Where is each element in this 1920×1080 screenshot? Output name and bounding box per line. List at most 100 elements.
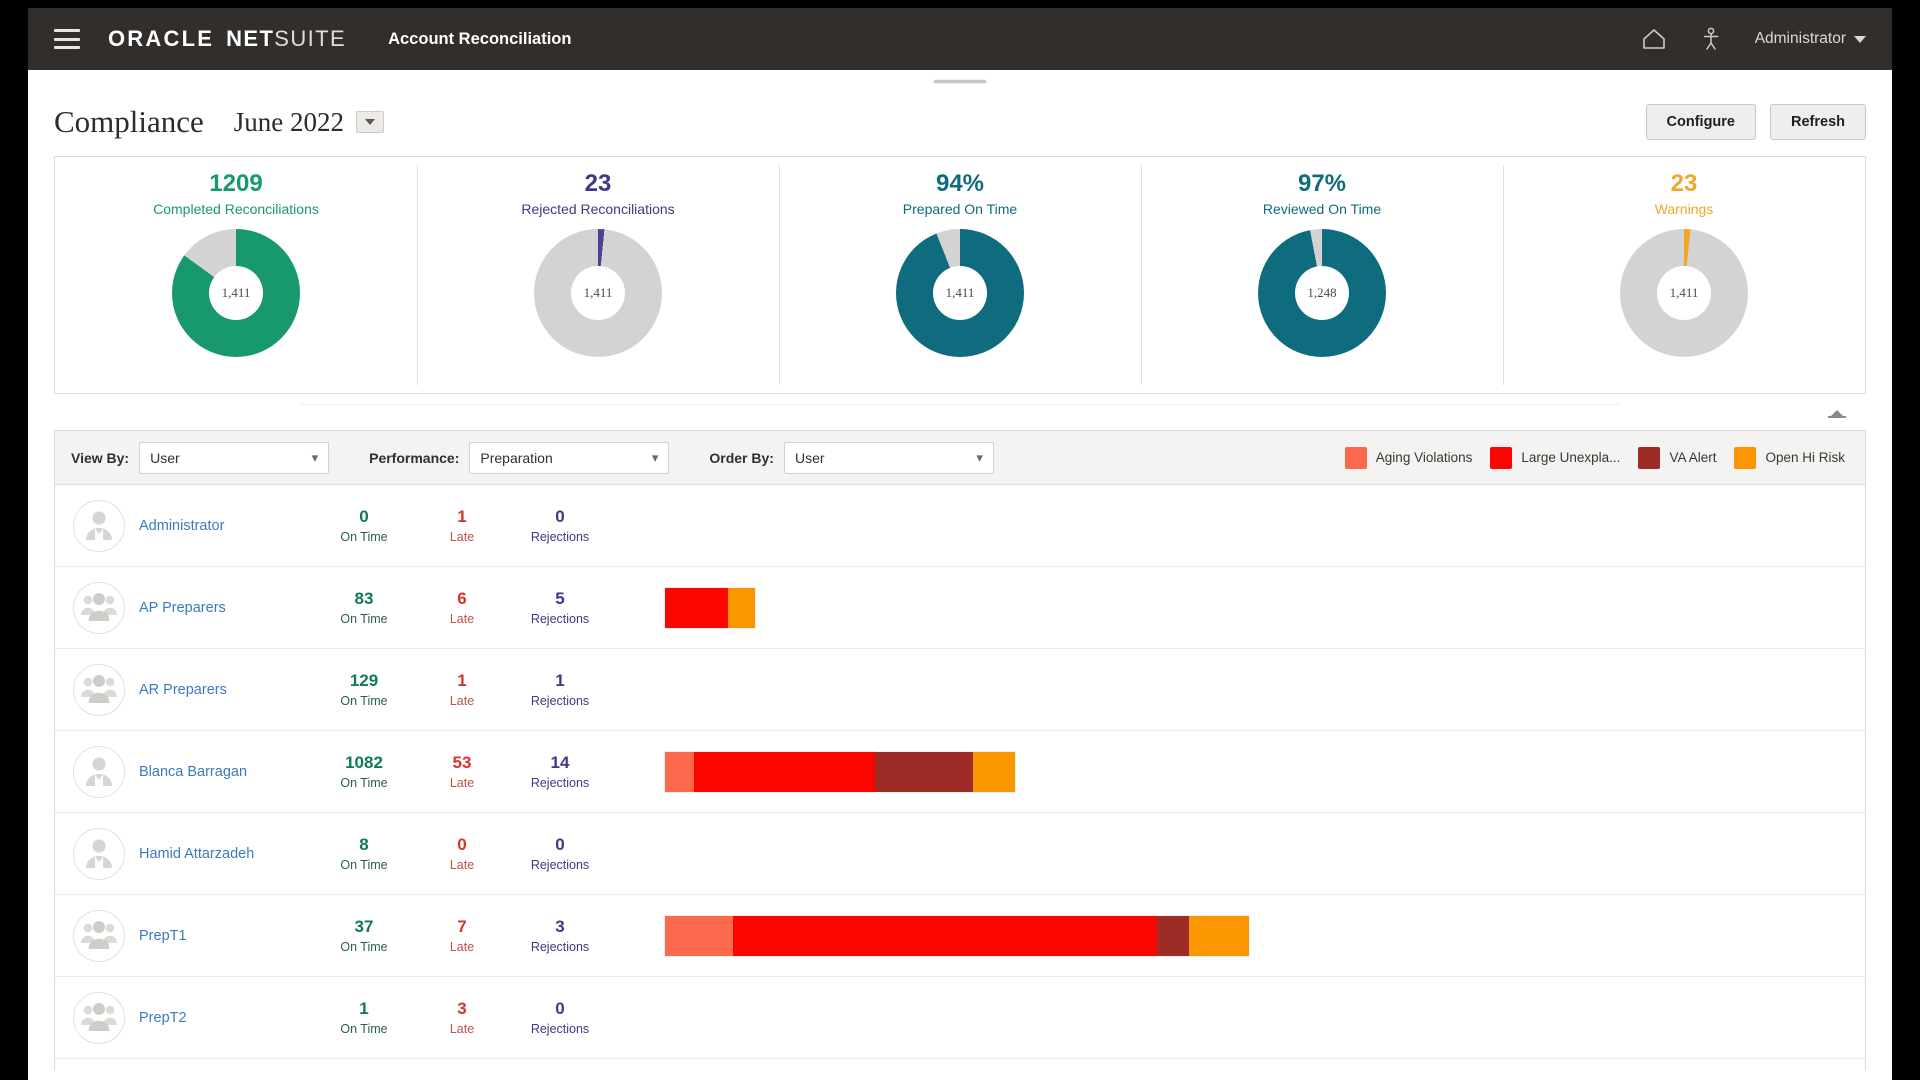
user-name-link[interactable]: Administrator [139,518,315,534]
metric-on-time: 129 On Time [315,671,413,708]
legend-item[interactable]: Open Hi Risk [1734,447,1845,469]
application-window: ORACLE NET SUITE Account Reconciliation … [28,8,1892,1080]
user-name-link[interactable]: Blanca Barragan [139,764,315,780]
metric-value: 0 [511,999,609,1019]
period-label: June 2022 [234,107,344,138]
metric-caption: Late [413,694,511,708]
stacked-bar[interactable] [665,916,1249,956]
order-by-label: Order By: [709,450,774,466]
kpi-label: Rejected Reconciliations [521,201,674,217]
view-by-select[interactable]: User ▾ [139,442,329,474]
caret-down-icon [1854,36,1866,43]
metric-value: 1 [511,671,609,691]
kpi-label: Completed Reconciliations [153,201,319,217]
kpi-value: 97% [1298,171,1346,197]
collapse-panel-button[interactable] [1826,408,1848,418]
metric-on-time: 1On Time [315,999,413,1036]
home-icon[interactable] [1641,27,1667,51]
kpi-card[interactable]: 94%Prepared On Time1,411 [779,157,1141,393]
user-menu[interactable]: Administrator [1755,30,1866,48]
user-name-link[interactable]: PrepT2 [139,1010,315,1026]
metric-on-time: 1082 On Time [315,753,413,790]
metric-rejections: 14Rejections [511,753,609,790]
legend-swatch [1490,447,1512,469]
metric-value: 1082 [315,753,413,773]
kpi-value: 23 [1671,171,1698,197]
bar-segment[interactable] [665,752,694,792]
metric-value: 37 [315,917,413,937]
bar-segment[interactable] [694,752,875,792]
bar-segment[interactable] [733,916,1157,956]
metric-caption: On Time [315,776,413,790]
kpi-card[interactable]: 97%Reviewed On Time1,248 [1141,157,1503,393]
bar-segment[interactable] [728,588,755,628]
performance-select[interactable]: Preparation ▾ [469,442,669,474]
donut-center-value: 1,411 [1657,266,1711,320]
metric-value: 8 [315,835,413,855]
legend-item[interactable]: Large Unexpla... [1490,447,1620,469]
performance-row[interactable]: PrepT21On Time3Late0Rejections [55,977,1865,1059]
performance-row[interactable]: Hamid Attarzadeh8On Time0Late0Rejections [55,813,1865,895]
chevron-down-icon: ▾ [976,450,983,466]
strip-separator [28,394,1892,430]
user-name-link[interactable]: AP Preparers [139,600,315,616]
metric-rejections: 1 Rejections [511,671,609,708]
avatar [73,910,125,962]
metric-on-time: 8On Time [315,835,413,872]
metric-value: 129 [315,671,413,691]
kpi-label: Warnings [1655,201,1714,217]
metric-caption: Rejections [511,858,609,872]
kpi-value: 23 [585,171,612,197]
metric-caption: Rejections [511,530,609,544]
donut-center-value: 1,411 [933,266,987,320]
performance-row[interactable]: AR Preparers129 On Time1Late1 Rejections [55,649,1865,731]
metric-value: 3 [511,917,609,937]
page-title: Compliance [54,104,204,140]
metric-caption: Rejections [511,694,609,708]
avatar [73,746,125,798]
metric-caption: On Time [315,694,413,708]
chevron-down-icon: ▾ [652,450,659,466]
performance-row-list: Administrator0On Time1Late0RejectionsAP … [55,485,1865,1070]
bar-segment[interactable] [973,752,1015,792]
bar-segment[interactable] [1157,916,1189,956]
legend-item[interactable]: VA Alert [1638,447,1716,469]
metric-caption: Late [413,612,511,626]
bar-segment[interactable] [1189,916,1249,956]
refresh-button[interactable]: Refresh [1770,104,1866,140]
hamburger-menu-icon[interactable] [54,29,80,49]
performance-row[interactable]: Administrator0On Time1Late0Rejections [55,485,1865,567]
legend-item[interactable]: Aging Violations [1345,447,1473,469]
bar-segment[interactable] [665,916,733,956]
accessibility-icon[interactable] [1701,27,1721,51]
metric-rejections: 0 Rejections [511,835,609,872]
legend-label: Aging Violations [1376,450,1473,465]
kpi-donut-chart: 1,248 [1258,229,1386,357]
metric-value: 0 [413,835,511,855]
configure-button[interactable]: Configure [1646,104,1756,140]
stacked-bar[interactable] [665,588,755,628]
avatar [73,992,125,1044]
bar-segment[interactable] [875,752,973,792]
filter-order-by: Order By: User ▾ [709,442,994,474]
stacked-bar[interactable] [665,752,1015,792]
kpi-card[interactable]: 23 Warnings 1,411 [1503,157,1865,393]
user-name-link[interactable]: Hamid Attarzadeh [139,846,315,862]
performance-row[interactable]: AP Preparers83On Time6Late5Rejections [55,567,1865,649]
user-name-link[interactable]: PrepT1 [139,928,315,944]
performance-row[interactable]: Blanca Barragan1082On Time53Late14Reject… [55,731,1865,813]
kpi-donut-chart: 1,411 [896,229,1024,357]
bar-segment[interactable] [665,588,728,628]
metric-value: 0 [511,835,609,855]
user-name-link[interactable]: AR Preparers [139,682,315,698]
period-dropdown-button[interactable] [356,111,384,133]
panel-drag-handle[interactable] [28,70,1892,92]
kpi-card[interactable]: 1209Completed Reconciliations1,411 [55,157,417,393]
kpi-value: 1209 [209,171,262,197]
avatar [73,500,125,552]
kpi-value: 94% [936,171,984,197]
order-by-select[interactable]: User ▾ [784,442,994,474]
kpi-card[interactable]: 23Rejected Reconciliations1,411 [417,157,779,393]
metric-late: 1Late [413,671,511,708]
performance-row[interactable]: PrepT137On Time7Late3Rejections [55,895,1865,977]
